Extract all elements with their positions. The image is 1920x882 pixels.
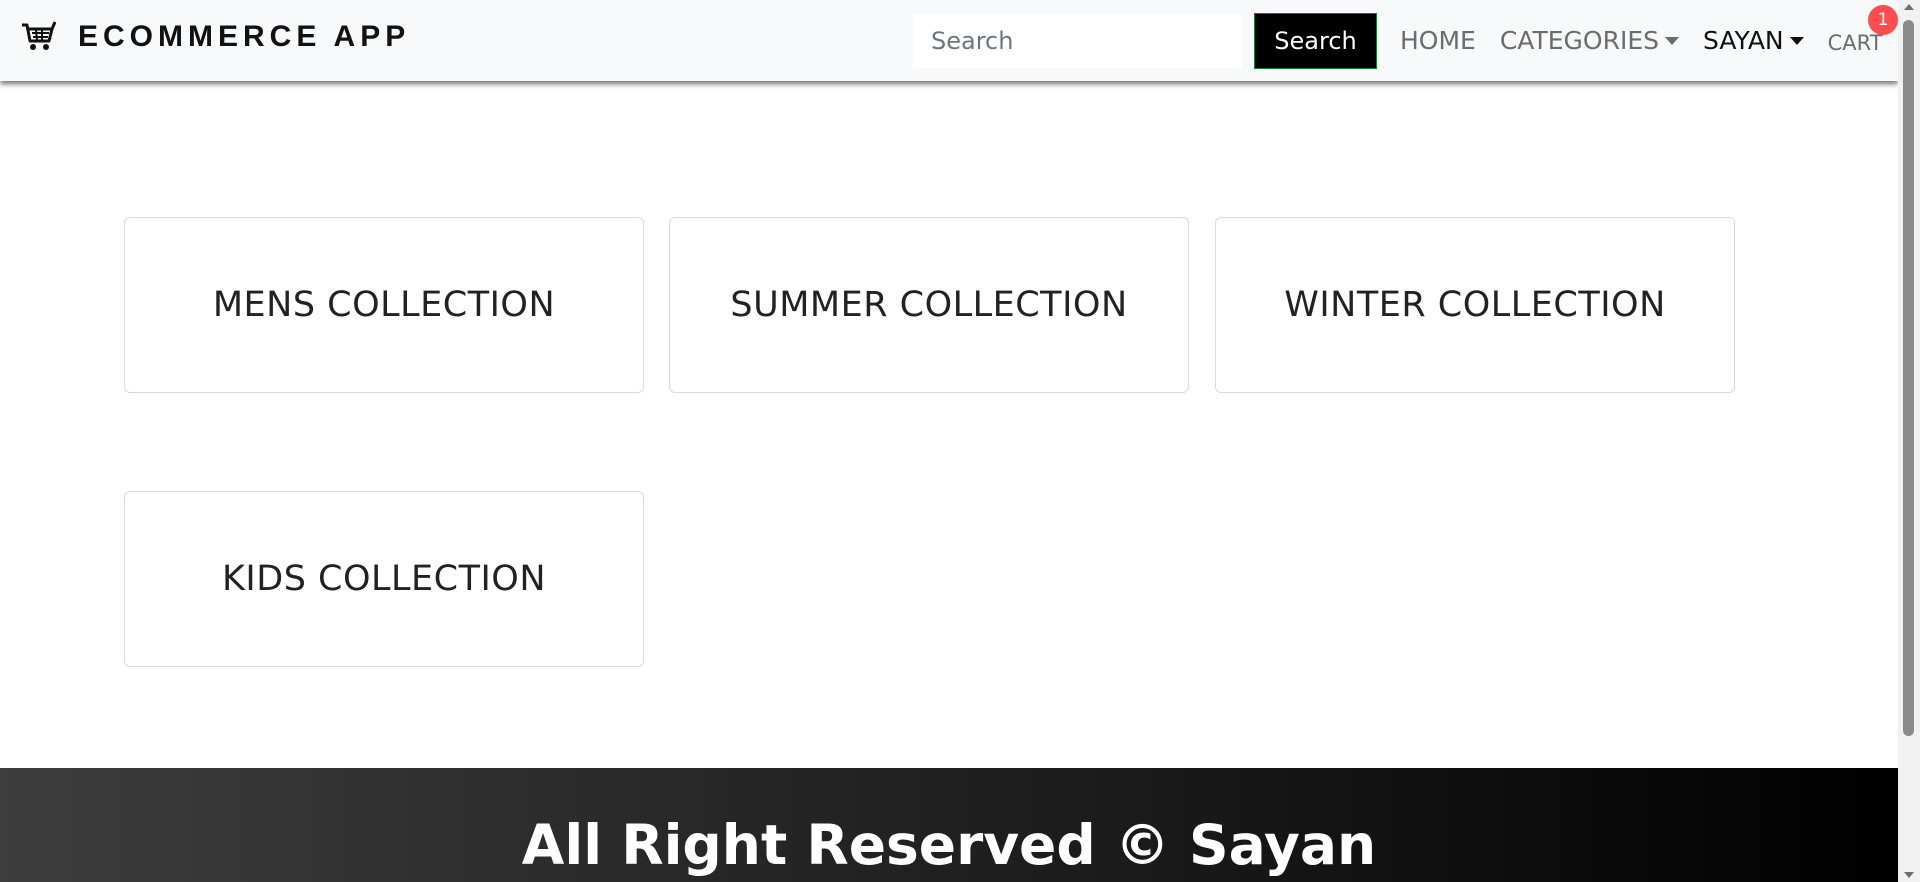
collection-card-winter[interactable]: WINTER COLLECTION xyxy=(1215,217,1735,393)
search-input[interactable] xyxy=(913,14,1242,68)
scroll-up-arrow-icon[interactable] xyxy=(1904,4,1914,10)
collection-title: KIDS COLLECTION xyxy=(221,559,547,599)
collection-title: WINTER COLLECTION xyxy=(1284,285,1666,325)
vertical-scrollbar[interactable] xyxy=(1898,0,1920,882)
scrollbar-thumb[interactable] xyxy=(1903,20,1914,736)
search-form: Search xyxy=(913,13,1377,69)
collection-card-summer[interactable]: SUMMER COLLECTION xyxy=(669,217,1189,393)
scroll-down-arrow-icon[interactable] xyxy=(1904,872,1914,878)
footer: All Right Reserved © Sayan xyxy=(0,768,1898,882)
nav-user-dropdown[interactable]: SAYAN xyxy=(1703,26,1804,55)
page: ECOMMERCE APP Search HOME CATEGORIES SAY… xyxy=(0,0,1920,882)
brand-title: ECOMMERCE APP xyxy=(78,20,411,53)
nav-categories-dropdown[interactable]: CATEGORIES xyxy=(1500,26,1679,55)
chevron-down-icon xyxy=(1665,36,1679,45)
brand-link[interactable]: ECOMMERCE APP xyxy=(20,19,410,55)
collection-card-mens[interactable]: MENS COLLECTION xyxy=(124,217,644,393)
nav-links: HOME CATEGORIES SAYAN CART xyxy=(1400,0,1883,81)
cart-count-badge: 1 xyxy=(1868,5,1898,35)
shopping-cart-icon xyxy=(20,19,57,55)
collection-title: SUMMER COLLECTION xyxy=(730,285,1128,325)
collection-title: MENS COLLECTION xyxy=(212,285,556,325)
search-button[interactable]: Search xyxy=(1254,13,1377,69)
nav-user-label: SAYAN xyxy=(1703,26,1784,55)
footer-copyright: All Right Reserved © Sayan xyxy=(521,813,1377,877)
nav-categories-label: CATEGORIES xyxy=(1499,26,1659,55)
chevron-down-icon xyxy=(1789,36,1804,45)
nav-home-link[interactable]: HOME xyxy=(1400,26,1476,55)
navbar: ECOMMERCE APP Search HOME CATEGORIES SAY… xyxy=(0,0,1898,81)
collection-card-kids[interactable]: KIDS COLLECTION xyxy=(124,491,644,667)
